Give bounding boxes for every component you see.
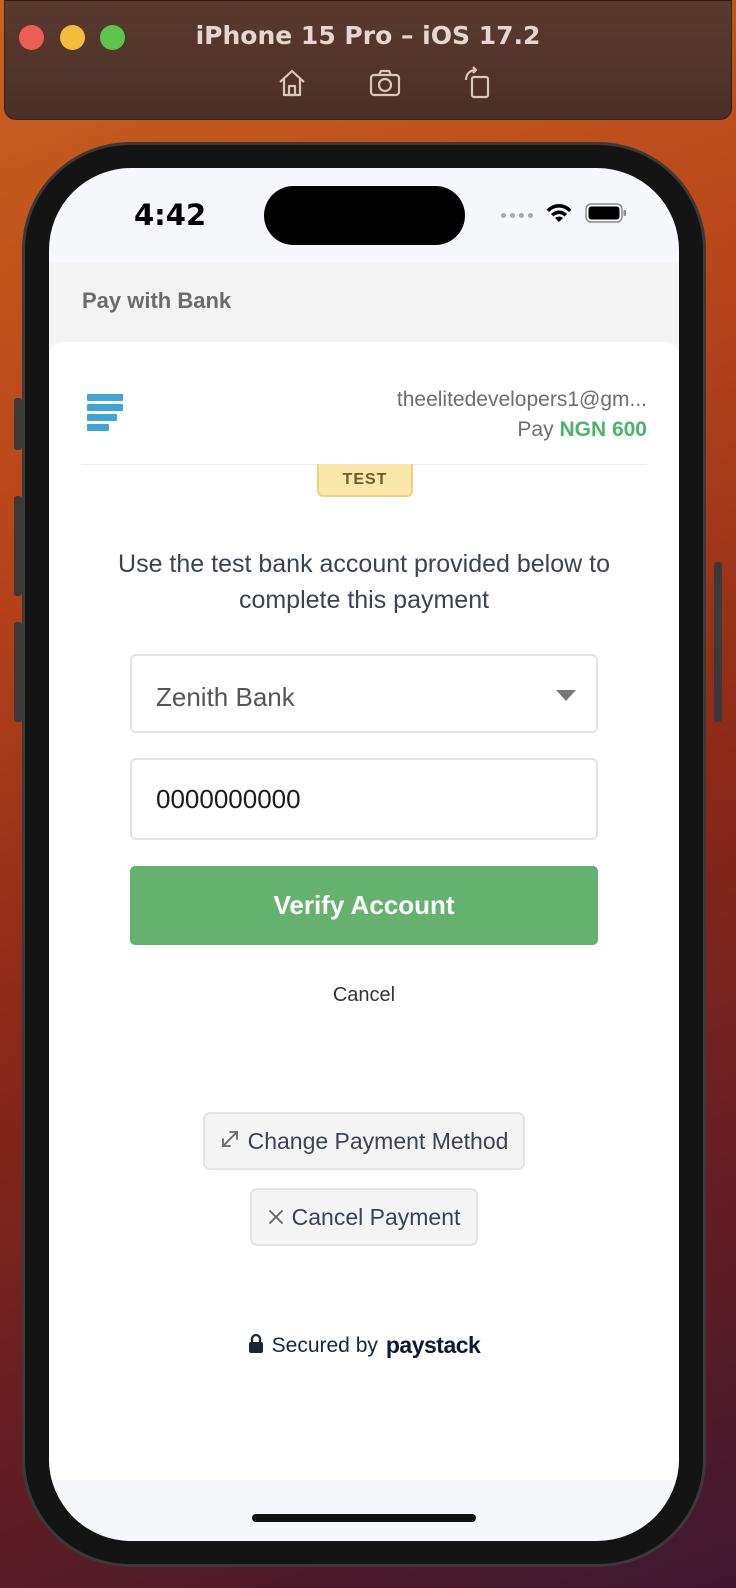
action-button (14, 398, 22, 450)
payment-header: Pay with Bank (49, 262, 679, 344)
page-title: Pay with Bank (82, 288, 232, 313)
amount-line: Pay NGN 600 (517, 418, 647, 442)
chevron-down-icon (556, 690, 576, 701)
simulator-title: iPhone 15 Pro – iOS 17.2 (195, 21, 541, 50)
rotate-icon[interactable] (461, 65, 495, 105)
lock-icon (248, 1333, 264, 1359)
status-icons (501, 202, 627, 229)
verify-account-button[interactable]: Verify Account (130, 866, 598, 945)
secured-by-text: Secured by (271, 1333, 378, 1357)
simulator-title-bar: iPhone 15 Pro – iOS 17.2 (4, 0, 732, 120)
home-icon[interactable] (275, 66, 309, 105)
screenshot-icon[interactable] (368, 66, 402, 105)
bank-select[interactable]: Zenith Bank (130, 654, 598, 733)
customer-email: theelitedevelopers1@gm... (396, 388, 647, 411)
status-time: 4:42 (134, 198, 207, 232)
secured-by-footer: Secured by paystack (49, 1332, 679, 1359)
signal-icon (501, 213, 533, 218)
change-payment-method-button[interactable]: Change Payment Method (203, 1112, 525, 1170)
instruction-text: Use the test bank account provided below… (118, 550, 610, 614)
merchant-logo (87, 394, 123, 434)
dynamic-island (264, 186, 465, 245)
pay-amount: NGN 600 (559, 418, 647, 441)
cancel-link[interactable]: Cancel (49, 984, 679, 1007)
cancel-payment-label: Cancel Payment (291, 1203, 461, 1230)
bank-select-value: Zenith Bank (156, 682, 295, 712)
simulator-toolbar (275, 65, 495, 105)
payment-card: theelitedevelopers1@gm... Pay NGN 600 TE… (49, 342, 679, 1480)
pay-label: Pay (517, 418, 554, 441)
close-icon (268, 1204, 284, 1231)
phone-screen: 4:42 Pay with Bank theelitedevelopers1@g… (49, 168, 679, 1541)
volume-down-button (14, 622, 22, 722)
account-number-input[interactable] (130, 758, 598, 840)
swap-arrows-icon (220, 1128, 240, 1155)
volume-up-button (14, 496, 22, 596)
status-bar: 4:42 (49, 168, 679, 264)
battery-icon (585, 203, 627, 228)
wifi-icon (545, 202, 573, 229)
test-mode-badge: TEST (317, 464, 413, 497)
power-button (714, 562, 722, 722)
home-indicator[interactable] (252, 1514, 476, 1522)
paystack-logo: paystack (385, 1332, 481, 1358)
cancel-payment-button[interactable]: Cancel Payment (250, 1188, 478, 1246)
change-payment-method-label: Change Payment Method (247, 1127, 509, 1154)
